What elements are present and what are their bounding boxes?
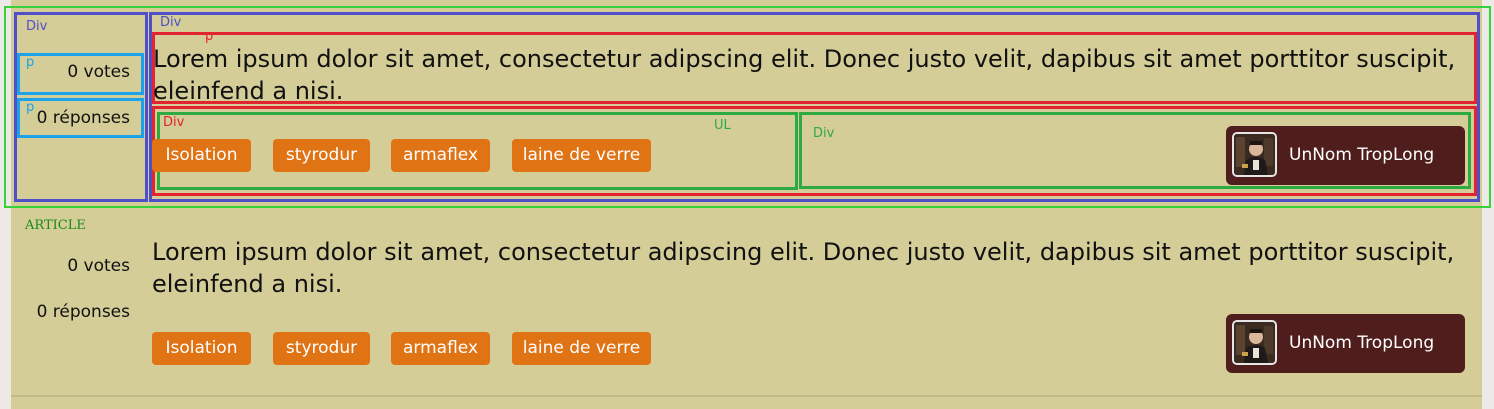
user-avatar-icon [1232, 320, 1277, 365]
article-divider [11, 395, 1482, 397]
author-name: UnNom TropLong [1289, 145, 1435, 165]
debug-label-div: Div [160, 15, 182, 30]
tag-isolation[interactable]: Isolation [152, 332, 251, 365]
vote-count: 0 votes [67, 256, 130, 276]
answer-count: 0 réponses [36, 302, 130, 322]
debug-label-ul: UL [714, 118, 731, 133]
user-avatar-icon [1232, 132, 1277, 177]
debug-label-div: Div [813, 126, 835, 141]
author-card[interactable]: UnNom TropLong [1226, 126, 1465, 185]
debug-label-div: Div [26, 19, 48, 34]
tag-armaflex[interactable]: armaflex [391, 139, 490, 172]
tag-isolation[interactable]: Isolation [152, 139, 251, 172]
tag-styrodur[interactable]: styrodur [273, 139, 370, 172]
debug-label-p: p [205, 29, 214, 44]
answer-count: 0 réponses [36, 108, 130, 128]
tag-armaflex[interactable]: armaflex [391, 332, 490, 365]
vote-count: 0 votes [67, 62, 130, 82]
debug-label-div: Div [163, 115, 185, 130]
question-title[interactable]: Lorem ipsum dolor sit amet, consectetur … [153, 43, 1463, 107]
tag-laine-de-verre[interactable]: laine de verre [512, 332, 651, 365]
tag-laine-de-verre[interactable]: laine de verre [512, 139, 651, 172]
question-title[interactable]: Lorem ipsum dolor sit amet, consectetur … [152, 236, 1462, 300]
debug-label-p: p [26, 55, 35, 70]
debug-label-article: ARTICLE [25, 218, 86, 233]
author-name: UnNom TropLong [1289, 333, 1435, 353]
tag-styrodur[interactable]: styrodur [273, 332, 370, 365]
author-card[interactable]: UnNom TropLong [1226, 314, 1465, 373]
